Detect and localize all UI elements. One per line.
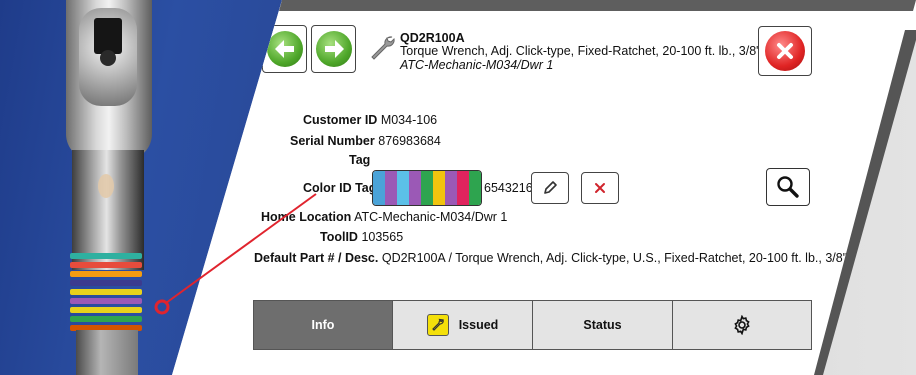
screen: QD2R100A Torque Wrench, Adj. Click-type,… bbox=[0, 0, 916, 375]
tag-connector bbox=[154, 193, 317, 315]
